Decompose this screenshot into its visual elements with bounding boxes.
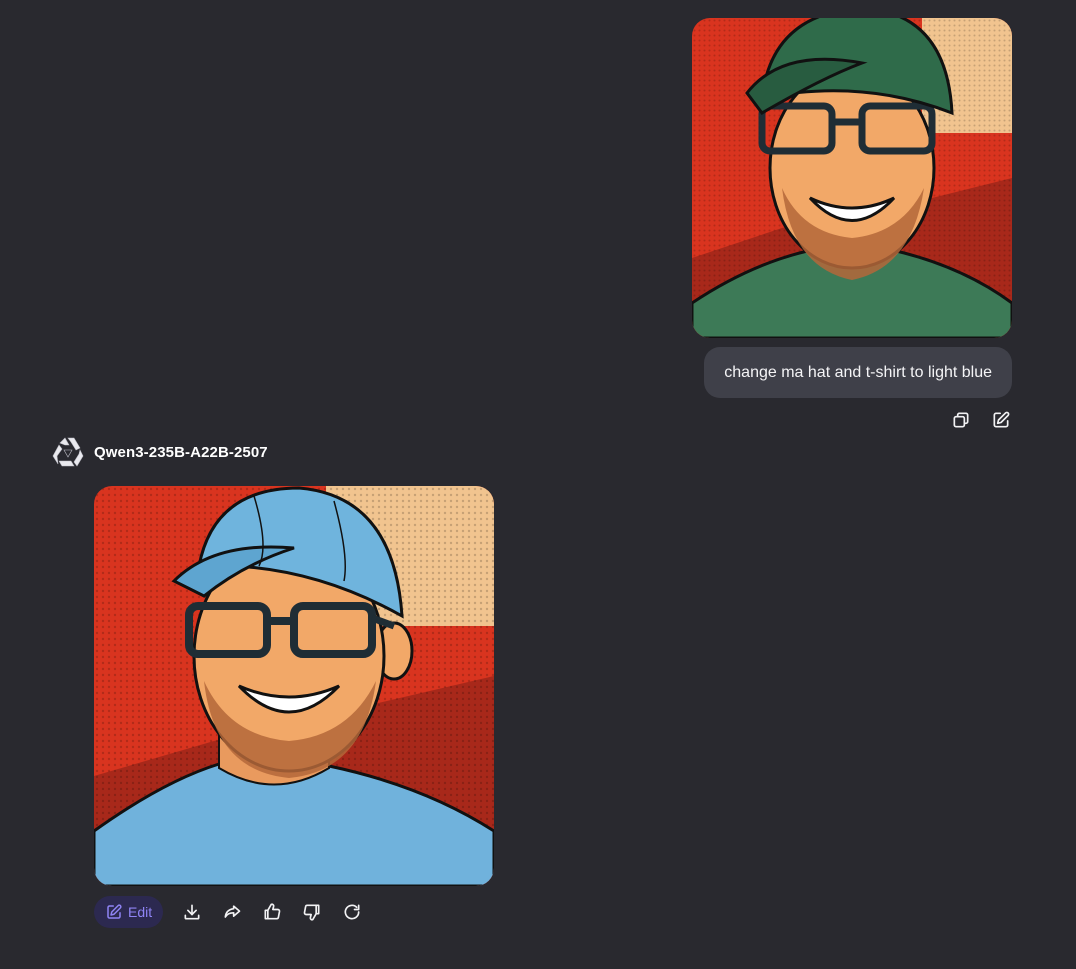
user-message-actions [950,409,1012,431]
generated-image[interactable] [94,486,494,886]
qwen-logo-icon [52,437,84,467]
user-message-text: change ma hat and t-shirt to light blue [724,363,992,381]
share-icon[interactable] [221,901,243,923]
edit-image-button[interactable]: Edit [94,896,164,928]
user-uploaded-image[interactable] [692,18,1012,338]
thumbs-up-icon[interactable] [261,901,283,923]
regenerate-icon[interactable] [341,901,363,923]
edit-icon [107,904,122,919]
assistant-header: Qwen3-235B-A22B-2507 [52,436,268,468]
assistant-message-actions: Edit [94,896,363,928]
generated-portrait-illustration [94,486,494,886]
edit-label: Edit [128,904,153,920]
download-icon[interactable] [181,901,203,923]
assistant-name: Qwen3-235B-A22B-2507 [94,443,268,461]
user-portrait-illustration [692,18,1012,338]
edit-message-icon[interactable] [990,409,1012,431]
thumbs-down-icon[interactable] [301,901,323,923]
chat-page: change ma hat and t-shirt to light blue [0,0,1076,969]
user-message-bubble: change ma hat and t-shirt to light blue [704,347,1012,398]
copy-icon[interactable] [950,409,972,431]
